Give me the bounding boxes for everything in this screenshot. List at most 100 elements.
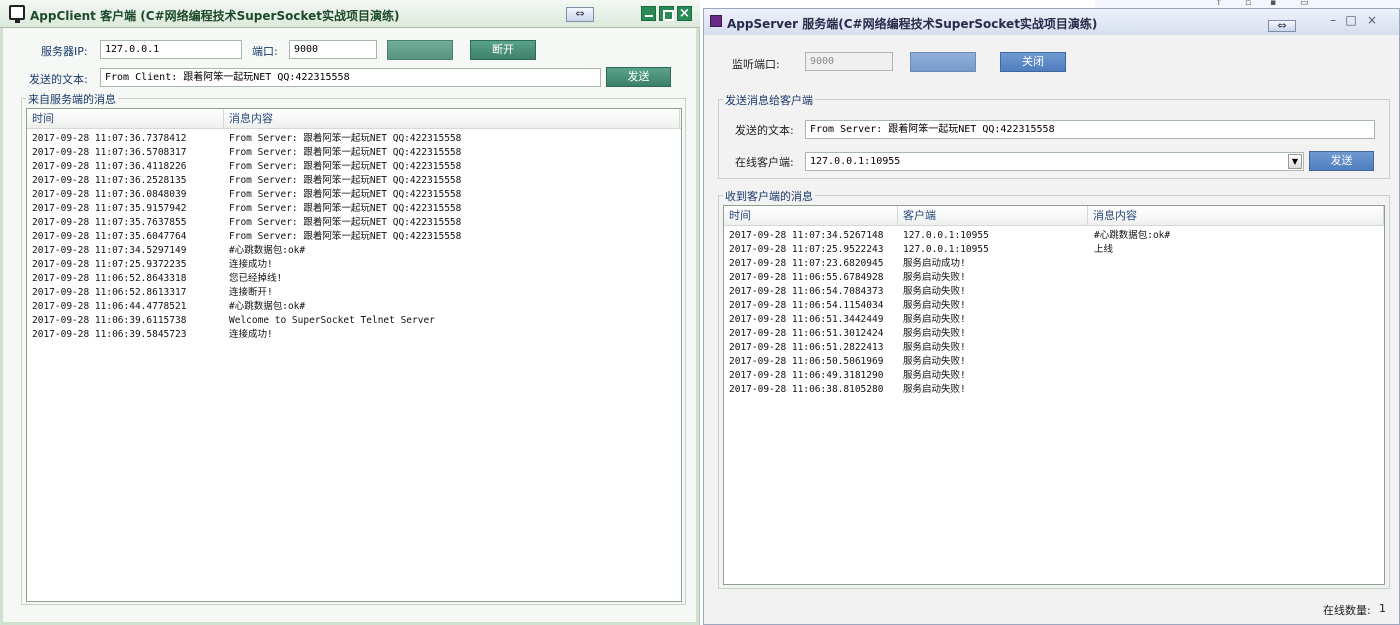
connect-button[interactable] [387, 40, 453, 60]
server-messages-group-title: 来自服务端的消息 [26, 91, 118, 107]
table-cell: 2017-09-28 11:06:49.3181290 [729, 370, 884, 381]
close-service-button[interactable]: 关闭 [1000, 52, 1066, 72]
table-cell: 2017-09-28 11:07:35.7637855 [32, 217, 187, 228]
server-window: AppServer 服务端(C#网络编程技术SuperSocket实战项目演练)… [703, 8, 1400, 625]
table-cell: 2017-09-28 11:07:25.9372235 [32, 259, 187, 270]
server-send-button[interactable]: 发送 [1309, 151, 1374, 171]
table-cell: #心跳数据包:ok# [229, 245, 306, 256]
background-icon: ▭ [1300, 0, 1309, 8]
server-messages-list[interactable]: 时间 消息内容 2017-09-28 11:07:36.7378412 From … [26, 108, 682, 602]
background-icon: ↑ [1215, 0, 1223, 8]
port-input[interactable]: 9000 [289, 40, 377, 59]
table-cell: From Server: 跟着阿笨一起玩NET QQ:422315558 [229, 147, 462, 158]
app-icon [710, 15, 722, 27]
table-cell: 服务启动失败! [903, 286, 966, 297]
table-cell: 服务启动失败! [903, 342, 966, 353]
list-header: 时间 客户端 消息内容 [724, 206, 1384, 226]
table-cell: From Server: 跟着阿笨一起玩NET QQ:422315558 [229, 175, 462, 186]
table-cell: 2017-09-28 11:06:51.3012424 [729, 328, 884, 339]
disconnect-button[interactable]: 断开 [470, 40, 536, 60]
table-cell: 2017-09-28 11:06:39.5845723 [32, 329, 187, 340]
send-to-client-group: 发送消息给客户端 发送的文本: From Server: 跟着阿笨一起玩NET … [718, 92, 1390, 179]
server-window-title: AppServer 服务端(C#网络编程技术SuperSocket实战项目演练) [727, 17, 1098, 31]
table-cell: 2017-09-28 11:06:44.4778521 [32, 301, 187, 312]
port-label: 端口: [252, 45, 278, 58]
send-button[interactable]: 发送 [606, 67, 671, 87]
table-cell: From Server: 跟着阿笨一起玩NET QQ:422315558 [229, 161, 462, 172]
table-cell: 2017-09-28 11:07:23.6820945 [729, 258, 884, 269]
table-cell: 2017-09-28 11:06:51.3442449 [729, 314, 884, 325]
table-cell: 您已经掉线! [229, 273, 283, 284]
chevron-down-icon[interactable]: ▼ [1288, 154, 1302, 169]
table-cell: 2017-09-28 11:07:25.9522243 [729, 244, 884, 255]
table-cell: 2017-09-28 11:06:52.8643318 [32, 273, 187, 284]
table-cell: Welcome to SuperSocket Telnet Server [229, 315, 435, 326]
listen-port-input[interactable]: 9000 [805, 52, 893, 71]
server-ip-label: 服务器IP: [41, 45, 88, 58]
table-cell: 2017-09-28 11:06:54.1154034 [729, 300, 884, 311]
send-text-label: 发送的文本: [29, 73, 88, 86]
client-titlebar[interactable]: AppClient 客户端 (C#网络编程技术SuperSocket实战项目演练… [0, 0, 700, 28]
server-maximize-button[interactable]: □ [1344, 14, 1358, 28]
client-close-button[interactable]: × [677, 6, 692, 21]
table-cell: From Server: 跟着阿笨一起玩NET QQ:422315558 [229, 133, 462, 144]
column-header-time[interactable]: 时间 [27, 109, 224, 129]
table-cell: 2017-09-28 11:07:34.5297149 [32, 245, 187, 256]
background-icon: ▪ [1270, 0, 1277, 8]
online-count-label: 在线数量: [1323, 604, 1371, 617]
start-button[interactable] [910, 52, 976, 72]
table-cell: 2017-09-28 11:07:36.0848039 [32, 189, 187, 200]
client-maximize-button[interactable] [659, 6, 674, 21]
send-text-input[interactable]: From Client: 跟着阿笨一起玩NET QQ:422315558 [100, 68, 601, 87]
server-close-button[interactable]: × [1365, 14, 1379, 28]
received-messages-group-title: 收到客户端的消息 [723, 188, 815, 204]
column-header-time[interactable]: 时间 [724, 206, 898, 226]
table-cell: 服务启动成功! [903, 258, 966, 269]
table-cell: 2017-09-28 11:07:34.5267148 [729, 230, 884, 241]
received-messages-list[interactable]: 时间 客户端 消息内容 2017-09-28 11:07:34.5267148 1… [723, 205, 1385, 585]
client-window: AppClient 客户端 (C#网络编程技术SuperSocket实战项目演练… [0, 0, 700, 625]
table-cell: 服务启动失败! [903, 300, 966, 311]
background-icon: ▫ [1245, 0, 1252, 8]
table-cell: 2017-09-28 11:07:35.9157942 [32, 203, 187, 214]
server-titlebar[interactable]: AppServer 服务端(C#网络编程技术SuperSocket实战项目演练)… [704, 9, 1399, 35]
client-minimize-button[interactable] [641, 6, 656, 21]
client-restore-handle[interactable]: ⇔ [566, 7, 594, 22]
table-cell: From Server: 跟着阿笨一起玩NET QQ:422315558 [229, 217, 462, 228]
server-send-text-label: 发送的文本: [735, 124, 794, 137]
client-body: 服务器IP: 127.0.0.1 端口: 9000 断开 发送的文本: From… [0, 28, 699, 625]
table-cell: 服务启动失败! [903, 272, 966, 283]
listen-port-label: 监听端口: [732, 58, 780, 71]
table-cell: 2017-09-28 11:07:36.2528135 [32, 175, 187, 186]
online-clients-select[interactable]: 127.0.0.1:10955 [805, 152, 1304, 171]
server-send-text-input[interactable]: From Server: 跟着阿笨一起玩NET QQ:422315558 [805, 120, 1375, 139]
server-messages-group: 来自服务端的消息 时间 消息内容 2017-09-28 11:07:36.737… [21, 91, 686, 605]
table-cell: 连接成功! [229, 259, 273, 270]
server-restore-handle[interactable]: ⇔ [1268, 20, 1296, 32]
online-count-value: 1 [1379, 602, 1386, 615]
received-messages-group: 收到客户端的消息 时间 客户端 消息内容 2017-09-28 11:07:34… [718, 188, 1390, 589]
table-cell: 2017-09-28 11:06:50.5061969 [729, 356, 884, 367]
table-cell: 2017-09-28 11:07:36.7378412 [32, 133, 187, 144]
table-cell: 服务启动失败! [903, 328, 966, 339]
table-cell: 2017-09-28 11:06:51.2822413 [729, 342, 884, 353]
table-cell: 服务启动失败! [903, 370, 966, 381]
server-ip-input[interactable]: 127.0.0.1 [100, 40, 242, 59]
table-cell: 2017-09-28 11:06:39.6115738 [32, 315, 187, 326]
table-cell: 2017-09-28 11:06:52.8613317 [32, 287, 187, 298]
column-header-client[interactable]: 客户端 [898, 206, 1088, 226]
online-clients-label: 在线客户端: [735, 156, 794, 169]
table-cell: 2017-09-28 11:06:55.6784928 [729, 272, 884, 283]
monitor-icon [9, 5, 25, 23]
table-cell: 上线 [1094, 244, 1114, 255]
server-minimize-button[interactable]: – [1326, 14, 1340, 28]
column-header-message[interactable]: 消息内容 [1088, 206, 1384, 226]
table-cell: 2017-09-28 11:07:35.6047764 [32, 231, 187, 242]
column-header-message[interactable]: 消息内容 [224, 109, 680, 129]
table-cell: From Server: 跟着阿笨一起玩NET QQ:422315558 [229, 203, 462, 214]
table-cell: 127.0.0.1:10955 [903, 244, 989, 255]
table-cell: 127.0.0.1:10955 [903, 230, 989, 241]
table-cell: 2017-09-28 11:07:36.4118226 [32, 161, 187, 172]
send-to-client-group-title: 发送消息给客户端 [723, 92, 815, 108]
list-header: 时间 消息内容 [27, 109, 681, 129]
